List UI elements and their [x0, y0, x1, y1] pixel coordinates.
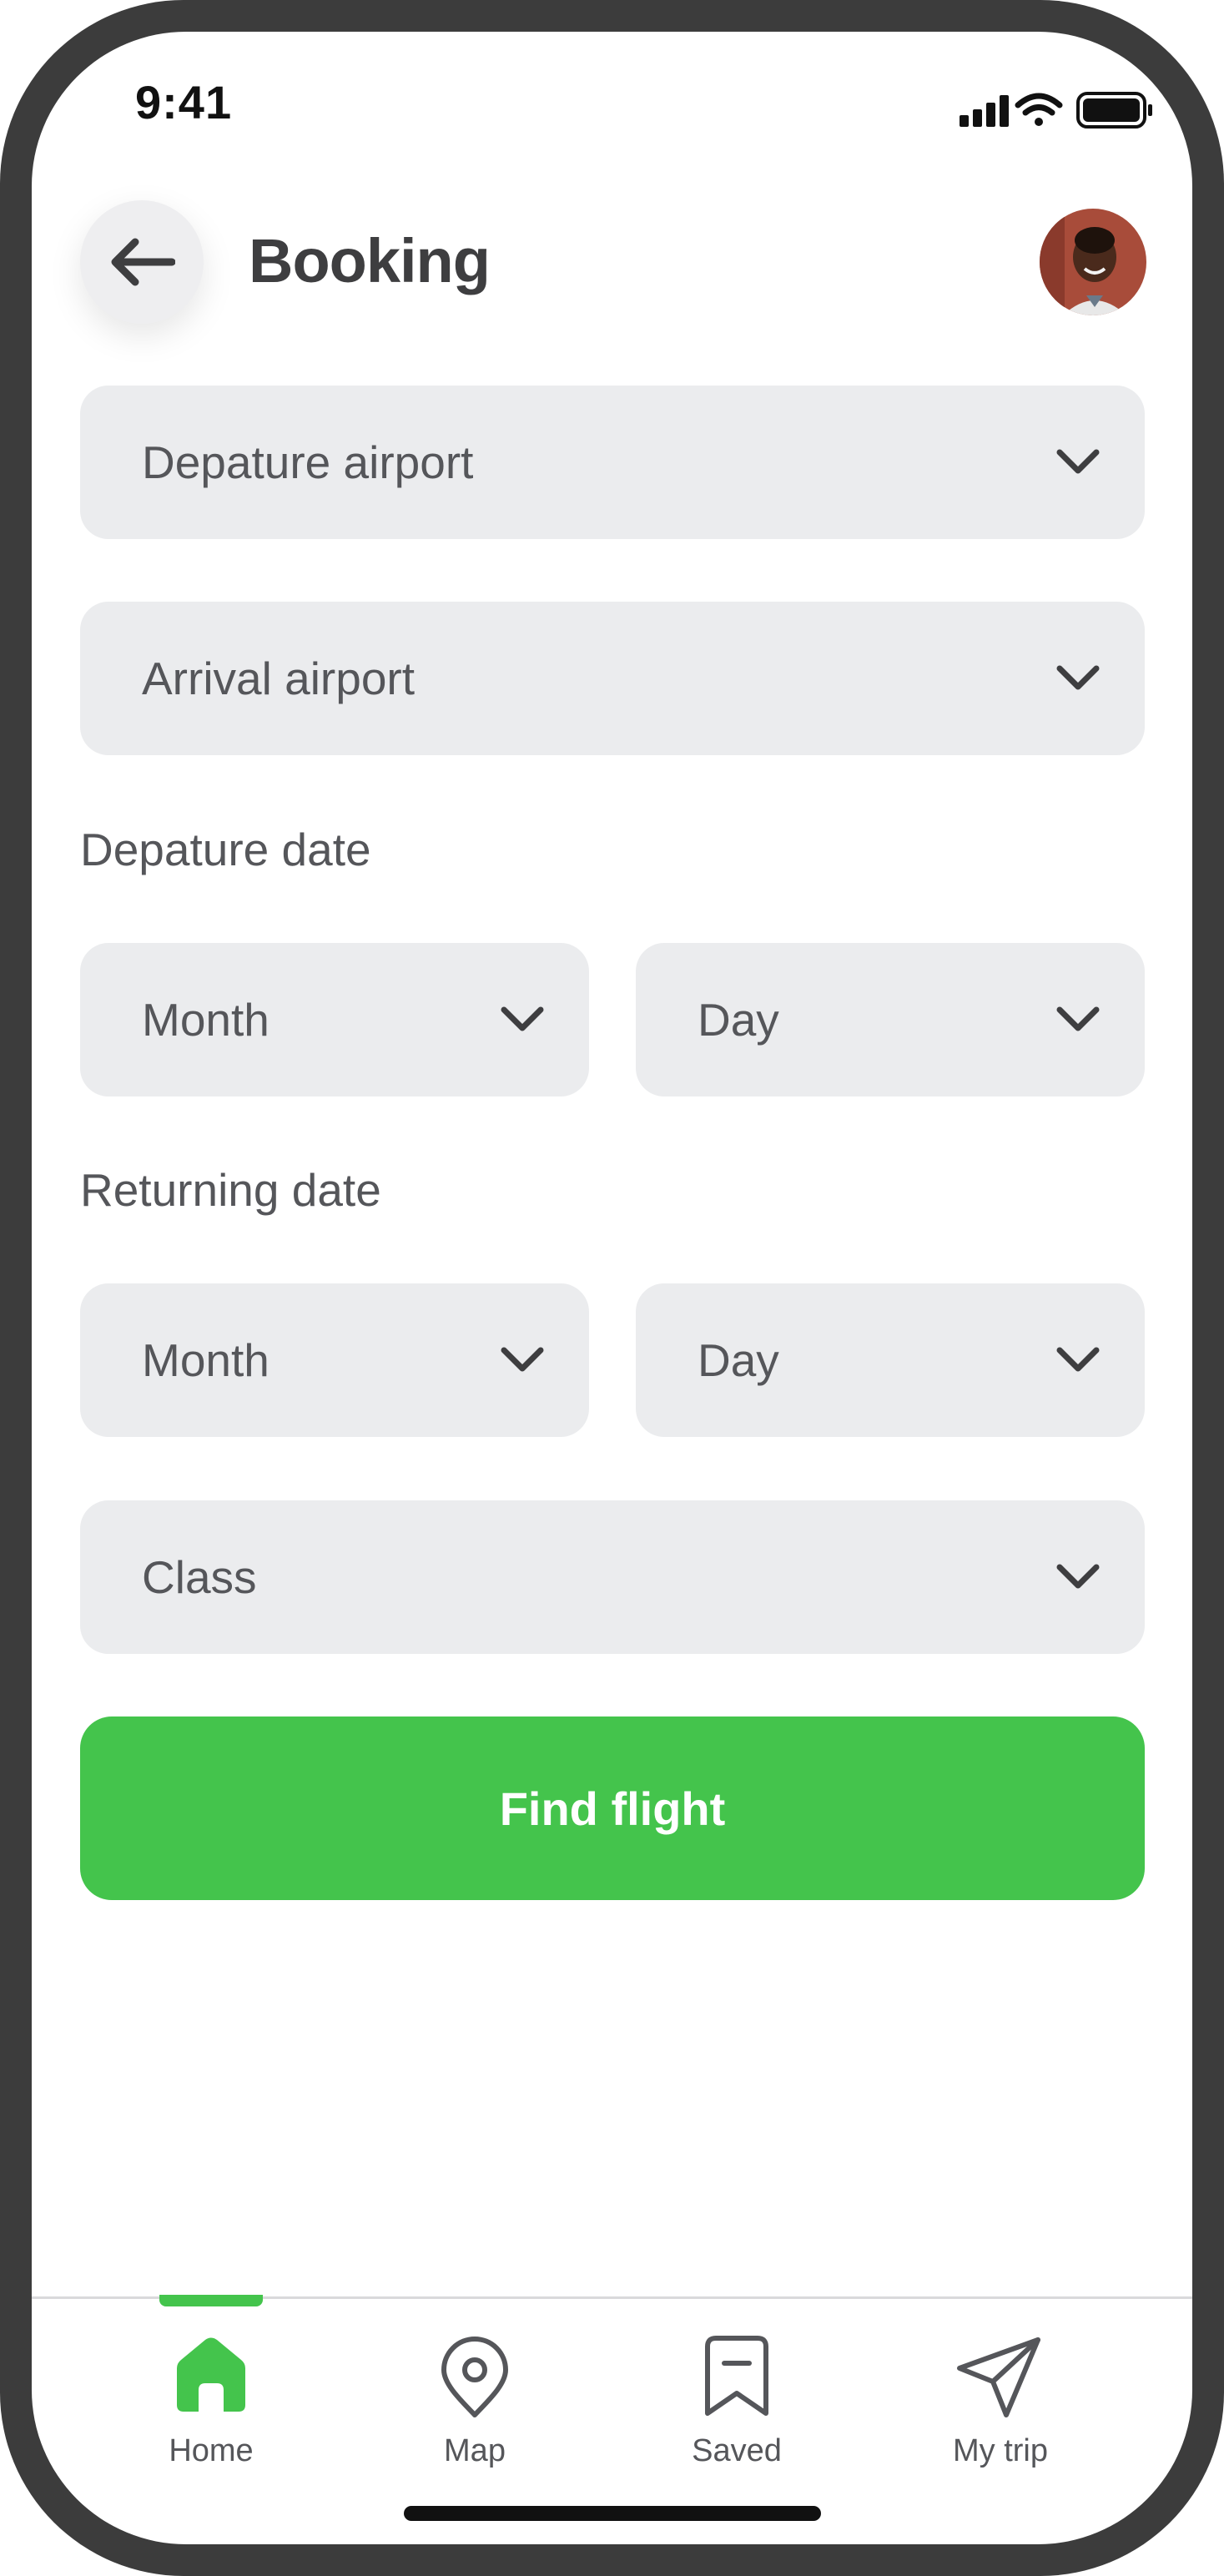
returning-month-placeholder: Month: [142, 1334, 269, 1386]
tab-home[interactable]: Home: [115, 2335, 307, 2477]
device-frame: 9:41 Booking Depature airport Arrival ai…: [0, 0, 1224, 2576]
screen: 9:41 Booking Depature airport Arrival ai…: [32, 32, 1192, 2544]
departure-day-select[interactable]: Day: [636, 943, 1145, 1096]
find-flight-button[interactable]: Find flight: [80, 1716, 1145, 1900]
page-title: Booking: [249, 226, 491, 295]
tab-map[interactable]: Map: [379, 2335, 571, 2477]
returning-day-select[interactable]: Day: [636, 1283, 1145, 1437]
battery-icon: [1076, 92, 1152, 129]
departure-month-placeholder: Month: [142, 994, 269, 1046]
departure-day-placeholder: Day: [698, 994, 779, 1046]
returning-month-select[interactable]: Month: [80, 1283, 589, 1437]
departure-airport-select[interactable]: Depature airport: [80, 386, 1145, 539]
arrival-airport-placeholder: Arrival airport: [142, 653, 416, 704]
avatar[interactable]: [1040, 209, 1146, 315]
wifi-icon: [1015, 93, 1063, 126]
chevron-down-icon: [1056, 1564, 1100, 1589]
status-icons: [924, 87, 1175, 137]
chevron-down-icon: [501, 1006, 544, 1031]
departure-date-label: Depature date: [80, 824, 371, 875]
arrow-left-icon: [111, 238, 175, 286]
chevron-down-icon: [1056, 449, 1100, 474]
departure-month-select[interactable]: Month: [80, 943, 589, 1096]
active-tab-indicator: [159, 2295, 263, 2306]
paper-plane-icon: [957, 2337, 1040, 2417]
tab-home-label: Home: [169, 2433, 254, 2468]
home-icon: [177, 2337, 245, 2412]
tab-saved[interactable]: Saved: [641, 2335, 833, 2477]
returning-day-placeholder: Day: [698, 1334, 779, 1386]
chevron-down-icon: [1056, 1006, 1100, 1031]
returning-date-label: Returning date: [80, 1164, 381, 1216]
chevron-down-icon: [1056, 665, 1100, 690]
tab-saved-label: Saved: [692, 2433, 782, 2468]
status-time: 9:41: [135, 76, 233, 129]
class-select[interactable]: Class: [80, 1500, 1145, 1654]
chevron-down-icon: [501, 1347, 544, 1372]
arrival-airport-select[interactable]: Arrival airport: [80, 602, 1145, 755]
tab-map-label: Map: [444, 2433, 506, 2468]
tab-my-trip[interactable]: My trip: [904, 2335, 1096, 2477]
departure-airport-placeholder: Depature airport: [142, 436, 474, 488]
find-flight-label: Find flight: [499, 1782, 726, 1835]
chevron-down-icon: [1056, 1347, 1100, 1372]
bookmark-icon: [705, 2336, 768, 2416]
back-button[interactable]: [80, 200, 204, 324]
map-pin-icon: [441, 2337, 508, 2417]
tab-my-trip-label: My trip: [953, 2433, 1048, 2468]
cellular-signal-icon: [960, 95, 1009, 127]
home-indicator: [404, 2506, 821, 2521]
class-placeholder: Class: [142, 1551, 257, 1603]
